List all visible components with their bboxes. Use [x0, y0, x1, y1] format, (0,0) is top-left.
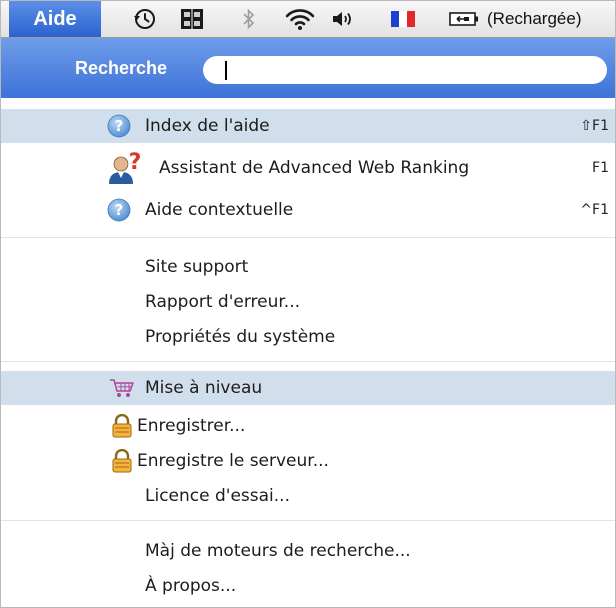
menu-item-error-report[interactable]: Rapport d'erreur... [1, 285, 615, 319]
shortcut-label: ^F1 [580, 202, 609, 218]
search-label: Recherche [75, 58, 168, 78]
wifi-icon[interactable] [283, 1, 317, 37]
battery-icon[interactable] [447, 1, 481, 37]
menu-separator [1, 520, 615, 521]
menu-item-upgrade[interactable]: Mise à niveau [1, 371, 615, 405]
shortcut-label: F1 [592, 160, 609, 176]
french-flag-icon[interactable] [389, 1, 417, 37]
menu-item-register-server[interactable]: Enregistre le serveur... [1, 444, 615, 478]
padlock-icon [111, 444, 133, 478]
menu-separator [1, 361, 615, 362]
menu-item-label: Mise à niveau [145, 378, 263, 398]
bluetooth-icon[interactable] [239, 1, 259, 37]
app-grid-icon[interactable] [177, 1, 207, 37]
menu-item-system-properties[interactable]: Propriétés du système [1, 320, 615, 354]
time-machine-icon[interactable] [131, 1, 159, 37]
search-input[interactable] [203, 56, 607, 84]
menu-item-assistant[interactable]: ? Assistant de Advanced Web Ranking F1 [1, 151, 615, 185]
menu-item-label: Enregistre le serveur... [137, 451, 329, 471]
svg-text:?: ? [115, 201, 124, 219]
menu-item-about[interactable]: À propos... [1, 569, 615, 603]
menu-item-label: À propos... [145, 576, 237, 596]
svg-text:?: ? [129, 152, 142, 175]
menu-item-label: Aide contextuelle [145, 200, 294, 220]
menu-item-label: Enregistrer... [137, 416, 246, 436]
menu-item-label: Màj de moteurs de recherche... [145, 541, 411, 561]
battery-status[interactable]: (Rechargée) [487, 1, 582, 37]
question-mark-icon: ? [107, 109, 131, 143]
search-row: Recherche [1, 38, 615, 98]
menu-item-trial-license[interactable]: Licence d'essai... [1, 479, 615, 513]
svg-text:?: ? [115, 117, 124, 135]
menu-item-label: Rapport d'erreur... [145, 292, 301, 312]
menu-item-label: Licence d'essai... [145, 486, 290, 506]
menu-item-update-engines[interactable]: Màj de moteurs de recherche... [1, 534, 615, 568]
menu-item-context-help[interactable]: ? Aide contextuelle ^F1 [1, 193, 615, 227]
menu-item-support-site[interactable]: Site support [1, 250, 615, 284]
help-menu-title[interactable]: Aide [9, 1, 101, 37]
menu-list: ? Index de l'aide ⇧F1 ? Assistant de Adv… [1, 98, 615, 607]
volume-icon[interactable] [329, 1, 357, 37]
shopping-cart-icon [109, 371, 135, 405]
menu-item-label: Assistant de Advanced Web Ranking [159, 158, 470, 178]
shortcut-label: ⇧F1 [580, 118, 609, 134]
menu-separator [1, 237, 615, 238]
help-menu-window: Aide (Rechargée) Recherche ? Index de l'… [0, 0, 616, 608]
text-caret [225, 61, 227, 80]
menu-item-label: Propriétés du système [145, 327, 336, 347]
menu-bar: Aide (Rechargée) [1, 1, 615, 38]
menu-item-register[interactable]: Enregistrer... [1, 409, 615, 443]
question-mark-icon: ? [107, 193, 131, 227]
menu-item-help-index[interactable]: ? Index de l'aide ⇧F1 [1, 109, 615, 143]
menu-item-label: Site support [145, 257, 249, 277]
menu-item-label: Index de l'aide [145, 116, 270, 136]
user-help-icon: ? [107, 151, 147, 185]
padlock-icon [111, 409, 133, 443]
